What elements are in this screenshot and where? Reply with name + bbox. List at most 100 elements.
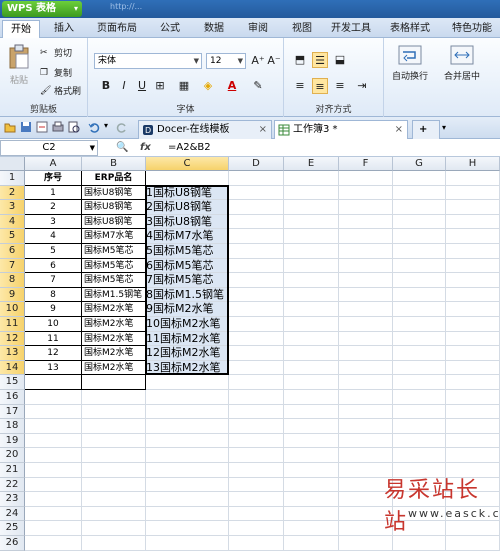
cell[interactable] (229, 287, 284, 303)
row-header[interactable]: 24 (0, 506, 25, 522)
cell[interactable] (229, 463, 284, 478)
cell[interactable] (446, 360, 500, 376)
cell[interactable] (82, 463, 146, 478)
cell[interactable] (339, 536, 393, 551)
cell[interactable] (393, 448, 446, 463)
row-header[interactable]: 18 (0, 419, 25, 434)
print-preview-icon[interactable] (68, 121, 80, 133)
tab-insert[interactable]: 插入 (44, 20, 84, 38)
cell[interactable] (146, 506, 229, 522)
cell[interactable] (25, 433, 82, 449)
tab-formulas[interactable]: 公式 (150, 20, 190, 38)
cell[interactable] (284, 244, 339, 259)
cell[interactable]: 12国标M2水笔 (146, 346, 229, 361)
cell[interactable] (339, 185, 393, 201)
cell[interactable] (284, 419, 339, 434)
italic-button[interactable]: I (116, 78, 132, 94)
cell[interactable] (229, 229, 284, 244)
cell[interactable] (284, 463, 339, 478)
cell[interactable] (339, 390, 393, 405)
cell[interactable] (446, 448, 500, 463)
cell[interactable] (229, 200, 284, 215)
cell[interactable]: 6 (25, 258, 82, 274)
cell[interactable] (284, 287, 339, 303)
cell[interactable] (284, 433, 339, 449)
row-header[interactable]: 13 (0, 346, 25, 361)
cell[interactable] (284, 375, 339, 390)
cell[interactable] (446, 375, 500, 390)
shrink-font-button[interactable]: A⁻ (266, 53, 282, 69)
merge-center-button[interactable]: 合并居中 (438, 44, 486, 82)
column-header-e[interactable]: E (284, 157, 339, 171)
cell[interactable]: 国标M2水笔 (82, 346, 146, 361)
cell[interactable]: 5国标M5笔芯 (146, 244, 229, 259)
cell[interactable] (446, 214, 500, 230)
merge-cells-icon[interactable]: ▦ (176, 78, 192, 94)
align-center-icon[interactable]: ≡ (312, 78, 328, 94)
cell[interactable]: 3国标U8钢笔 (146, 214, 229, 230)
font-color-icon[interactable]: A (224, 78, 240, 94)
cell[interactable] (393, 419, 446, 434)
cell[interactable] (393, 302, 446, 317)
cell[interactable] (393, 375, 446, 390)
cell[interactable]: 6国标M5笔芯 (146, 258, 229, 274)
font-size-select[interactable]: 12 ▼ (206, 53, 246, 69)
cell[interactable] (339, 448, 393, 463)
cell[interactable]: 国标M2水笔 (82, 331, 146, 347)
column-header-a[interactable]: A (25, 157, 82, 171)
column-header-h[interactable]: H (446, 157, 500, 171)
cell[interactable] (393, 433, 446, 449)
cell[interactable] (284, 200, 339, 215)
cell[interactable] (339, 287, 393, 303)
cell[interactable] (339, 433, 393, 449)
cell[interactable] (229, 419, 284, 434)
copy-button[interactable]: ❐ 复制 (40, 66, 72, 80)
new-tab-button[interactable]: + (412, 120, 440, 139)
cell[interactable] (25, 506, 82, 522)
cell[interactable]: 3 (25, 214, 82, 230)
cell[interactable]: 国标M2水笔 (82, 302, 146, 317)
cell[interactable] (25, 375, 82, 390)
cell[interactable] (284, 273, 339, 288)
tab-features[interactable]: 特色功能 (444, 20, 500, 38)
cell[interactable] (229, 273, 284, 288)
cell[interactable]: 8 (25, 287, 82, 303)
bold-button[interactable]: B (98, 78, 114, 94)
row-header[interactable]: 14 (0, 360, 25, 376)
cell[interactable] (146, 448, 229, 463)
cell[interactable] (25, 536, 82, 551)
row-header[interactable]: 3 (0, 200, 25, 215)
cell[interactable]: 13 (25, 360, 82, 376)
cell[interactable] (446, 404, 500, 420)
cell[interactable] (82, 433, 146, 449)
cell[interactable] (229, 331, 284, 347)
align-middle-icon[interactable]: ☰ (312, 52, 328, 68)
clear-format-icon[interactable]: ✎ (250, 78, 266, 94)
cell[interactable] (446, 317, 500, 332)
name-box[interactable]: C2 ▼ (0, 140, 98, 156)
cell[interactable]: 国标M5笔芯 (82, 244, 146, 259)
cell[interactable] (284, 390, 339, 405)
cell[interactable] (25, 390, 82, 405)
grow-font-button[interactable]: A⁺ (250, 53, 266, 69)
cell[interactable]: 7国标M5笔芯 (146, 273, 229, 288)
cell[interactable]: 2国标U8钢笔 (146, 200, 229, 215)
cell[interactable] (25, 404, 82, 420)
cell[interactable] (339, 317, 393, 332)
cell[interactable] (446, 390, 500, 405)
font-name-select[interactable]: 宋体 ▼ (94, 53, 202, 69)
cell[interactable] (82, 506, 146, 522)
cell[interactable] (146, 419, 229, 434)
cell[interactable] (284, 185, 339, 201)
row-header[interactable]: 9 (0, 287, 25, 303)
wrap-text-button[interactable]: 自动换行 (388, 44, 432, 82)
column-header-c[interactable]: C (146, 157, 229, 171)
cell[interactable] (82, 390, 146, 405)
cell[interactable] (339, 302, 393, 317)
column-header-g[interactable]: G (393, 157, 446, 171)
cell[interactable] (393, 229, 446, 244)
cell[interactable]: 7 (25, 273, 82, 288)
cell[interactable] (146, 492, 229, 507)
paste-button[interactable]: 粘贴 (4, 44, 34, 86)
tab-data[interactable]: 数据 (194, 20, 234, 38)
